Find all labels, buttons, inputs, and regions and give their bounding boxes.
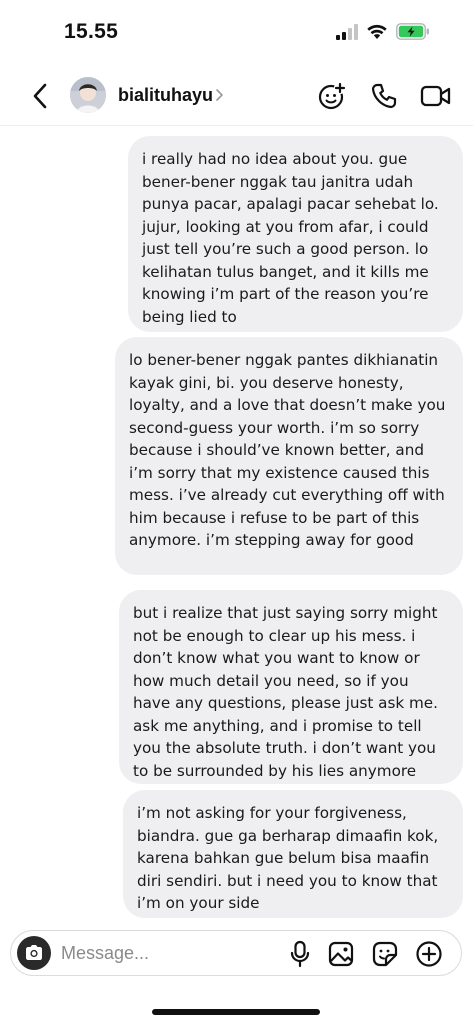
message-composer [10, 930, 462, 976]
camera-icon [26, 945, 42, 960]
camera-button[interactable] [17, 936, 51, 970]
message-bubble[interactable]: lo bener-bener nggak pantes dikhianatin … [115, 337, 463, 575]
add-button[interactable] [415, 940, 443, 968]
voice-call-button[interactable] [368, 81, 400, 111]
cellular-signal-icon [336, 24, 358, 40]
message-bubble[interactable]: i’m not asking for your forgiveness, bia… [123, 790, 463, 918]
sticker-button[interactable] [371, 940, 399, 968]
chat-username[interactable]: bialituhayu [118, 85, 213, 106]
add-icon [416, 941, 442, 967]
sticker-call-button[interactable] [316, 81, 348, 111]
chat-header: bialituhayu [0, 64, 473, 126]
status-time: 15.55 [64, 20, 119, 43]
message-input[interactable] [61, 939, 261, 967]
video-icon [420, 85, 451, 107]
phone-icon [371, 83, 397, 109]
message-bubble[interactable]: but i realize that just saying sorry mig… [119, 590, 463, 784]
avatar[interactable] [70, 77, 106, 113]
microphone-icon [290, 940, 310, 968]
sticker-call-icon [318, 82, 346, 110]
message-bubble[interactable]: i really had no idea about you. gue bene… [128, 136, 463, 332]
gallery-icon [328, 941, 354, 967]
sticker-icon [372, 941, 398, 967]
status-bar: 15.55 [0, 0, 473, 64]
message-thread: i really had no idea about you. gue bene… [0, 126, 473, 926]
back-icon [33, 83, 47, 109]
voice-message-button[interactable] [286, 940, 314, 968]
gallery-button[interactable] [327, 940, 355, 968]
wifi-icon [367, 24, 387, 39]
home-indicator [152, 1009, 320, 1015]
battery-charging-icon [396, 23, 429, 40]
video-call-button[interactable] [420, 81, 452, 111]
chevron-right-icon[interactable] [214, 86, 226, 104]
back-button[interactable] [26, 80, 54, 112]
avatar-image-icon [70, 77, 106, 113]
